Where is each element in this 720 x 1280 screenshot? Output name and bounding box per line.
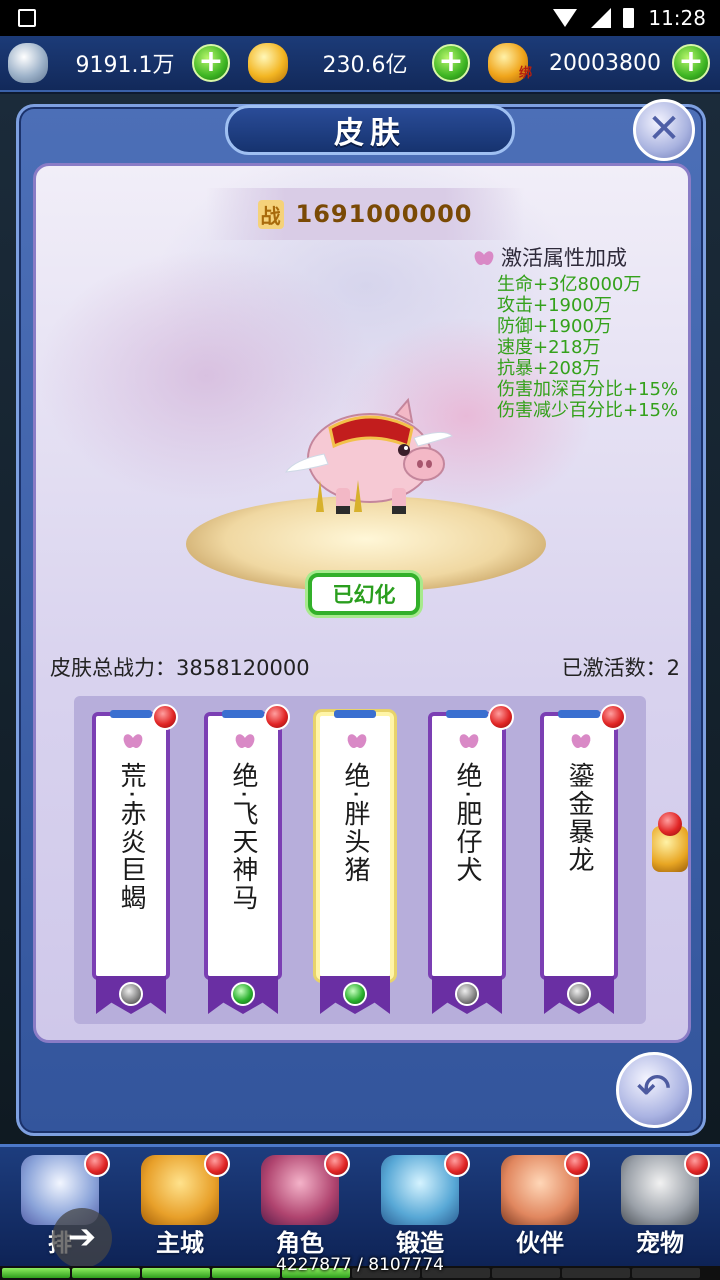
currency-bound-gold: 绑 20003800 +	[480, 35, 720, 91]
red-dot-notification-icon	[564, 1151, 590, 1177]
silver-ingot-icon	[8, 43, 48, 83]
skin-card[interactable]: 绝·肥仔犬	[428, 704, 514, 1014]
nav-label: 锻造	[396, 1229, 444, 1257]
attribute-line: 防御+1900万	[497, 316, 612, 337]
red-dot-notification-icon	[264, 704, 290, 730]
lotus-icon	[473, 249, 495, 265]
close-button[interactable]: ✕	[633, 99, 695, 161]
bound-gold-value: 20003800	[549, 50, 661, 76]
skin-card[interactable]: 绝·飞天神马	[204, 704, 290, 1014]
grey-gem-icon	[119, 982, 143, 1006]
skin-card[interactable]: 鎏金暴龙	[540, 704, 626, 1014]
red-dot-notification-icon	[84, 1151, 110, 1177]
attribute-bonus: 激活属性加成 生命+3亿8000万 攻击+1900万 防御+1900万 速度+2…	[473, 242, 688, 421]
attribute-line: 伤害加深百分比+15%	[497, 379, 679, 400]
skin-panel: 皮肤 ✕ 战 1691000000 激活属性加成 生命+3亿8000万 攻击+1…	[16, 99, 706, 1136]
grey-gem-icon	[455, 982, 479, 1006]
scroll-top-bar	[558, 710, 600, 718]
nav-main-city[interactable]: 主城	[120, 1147, 240, 1266]
skin-name: 绝·肥仔犬	[452, 762, 482, 885]
battle-power-label: 战	[257, 199, 284, 229]
attribute-line: 伤害减少百分比+15%	[497, 400, 679, 421]
skin-scroll: 绝·肥仔犬	[428, 710, 506, 980]
red-dot-notification-icon	[600, 704, 626, 730]
panel-title: 皮肤	[334, 116, 406, 151]
skin-scroll: 绝·胖头猪	[316, 710, 394, 980]
skin-name: 绝·飞天神马	[228, 762, 258, 913]
skin-name: 鎏金暴龙	[564, 762, 594, 874]
red-dot-notification-icon	[684, 1151, 710, 1177]
transformed-badge[interactable]: 已幻化	[308, 573, 420, 615]
scroll-top-bar	[446, 710, 488, 718]
signal-icon	[591, 8, 612, 28]
grey-gem-icon	[567, 982, 591, 1006]
currency-silver: 9191.1万 +	[0, 35, 240, 91]
green-gem-icon	[231, 982, 255, 1006]
scroll-top-bar	[334, 710, 376, 718]
gold-ingot-icon	[248, 43, 288, 83]
battle-power-value: 1691000000	[295, 200, 473, 228]
back-button[interactable]: ↶	[616, 1052, 692, 1128]
red-dot-notification-icon	[444, 1151, 470, 1177]
silver-value: 9191.1万	[75, 53, 175, 78]
green-gem-icon	[343, 982, 367, 1006]
red-dot-notification-icon	[488, 704, 514, 730]
nav-label: 伙伴	[516, 1229, 564, 1257]
attribute-line: 抗暴+208万	[497, 358, 601, 379]
skin-scroll: 荒·赤炎巨蝎	[92, 710, 170, 980]
lotus-icon	[570, 732, 592, 748]
skin-list: 荒·赤炎巨蝎 绝·飞天神马 绝·胖头猪 绝·肥仔犬 鎏金暴龙	[74, 696, 646, 1024]
activated-count-text: 已激活数：2	[561, 656, 680, 680]
skin-scroll: 鎏金暴龙	[540, 710, 618, 980]
next-page-arrow-icon[interactable]	[652, 812, 688, 872]
total-power-text: 皮肤总战力：3858120000	[50, 656, 310, 680]
currency-bar: 9191.1万 + 230.6亿 + 绑 20003800 +	[0, 36, 720, 92]
exp-text: 4227877 / 8107774	[276, 1255, 444, 1275]
lotus-icon	[458, 732, 480, 748]
bound-tag: 绑	[518, 66, 532, 81]
gold-value: 230.6亿	[322, 53, 408, 78]
lotus-icon	[234, 732, 256, 748]
status-time: 11:28	[648, 6, 706, 30]
nav-pet[interactable]: 宠物	[600, 1147, 720, 1266]
add-gold-button[interactable]: +	[432, 44, 470, 82]
skin-name: 荒·赤炎巨蝎	[116, 762, 146, 913]
currency-gold: 230.6亿 +	[240, 35, 480, 91]
nav-partner[interactable]: 伙伴	[480, 1147, 600, 1266]
attribute-line: 攻击+1900万	[497, 295, 612, 316]
attribute-title-text: 激活属性加成	[501, 246, 627, 270]
nav-label: 宠物	[636, 1229, 684, 1257]
skin-content: 战 1691000000 激活属性加成 生命+3亿8000万 攻击+1900万 …	[33, 163, 691, 1043]
attribute-line: 速度+218万	[497, 337, 601, 358]
summary-row: 皮肤总战力：3858120000 已激活数：2	[50, 652, 680, 682]
scroll-top-bar	[110, 710, 152, 718]
lotus-icon	[122, 732, 144, 748]
skin-scroll: 绝·飞天神马	[204, 710, 282, 980]
nav-forge[interactable]: 锻造	[360, 1147, 480, 1266]
red-dot-notification-icon	[152, 704, 178, 730]
nav-label: 主城	[156, 1229, 204, 1257]
panel-title-plate: 皮肤	[225, 105, 515, 155]
pig-pet-model	[284, 397, 453, 514]
red-dot-notification-icon	[324, 1151, 350, 1177]
skin-name: 绝·胖头猪	[340, 762, 370, 885]
add-bound-gold-button[interactable]: +	[672, 44, 710, 82]
wifi-icon	[553, 9, 578, 27]
lotus-icon	[346, 732, 368, 748]
status-bar: 11:28	[0, 0, 720, 36]
nav-character[interactable]: 角色	[240, 1147, 360, 1266]
skin-card[interactable]: 荒·赤炎巨蝎	[92, 704, 178, 1014]
bound-gold-icon: 绑	[488, 43, 532, 83]
red-dot-notification-icon	[204, 1151, 230, 1177]
add-silver-button[interactable]: +	[192, 44, 230, 82]
scroll-top-bar	[222, 710, 264, 718]
skin-card-selected[interactable]: 绝·胖头猪	[316, 710, 394, 1014]
attribute-line: 生命+3亿8000万	[497, 274, 642, 295]
nav-label: 角色	[276, 1229, 324, 1257]
battery-icon	[623, 8, 635, 28]
battle-power-banner: 战 1691000000	[206, 188, 524, 240]
attribute-title: 激活属性加成	[473, 242, 688, 272]
image-notification-icon	[18, 9, 36, 27]
